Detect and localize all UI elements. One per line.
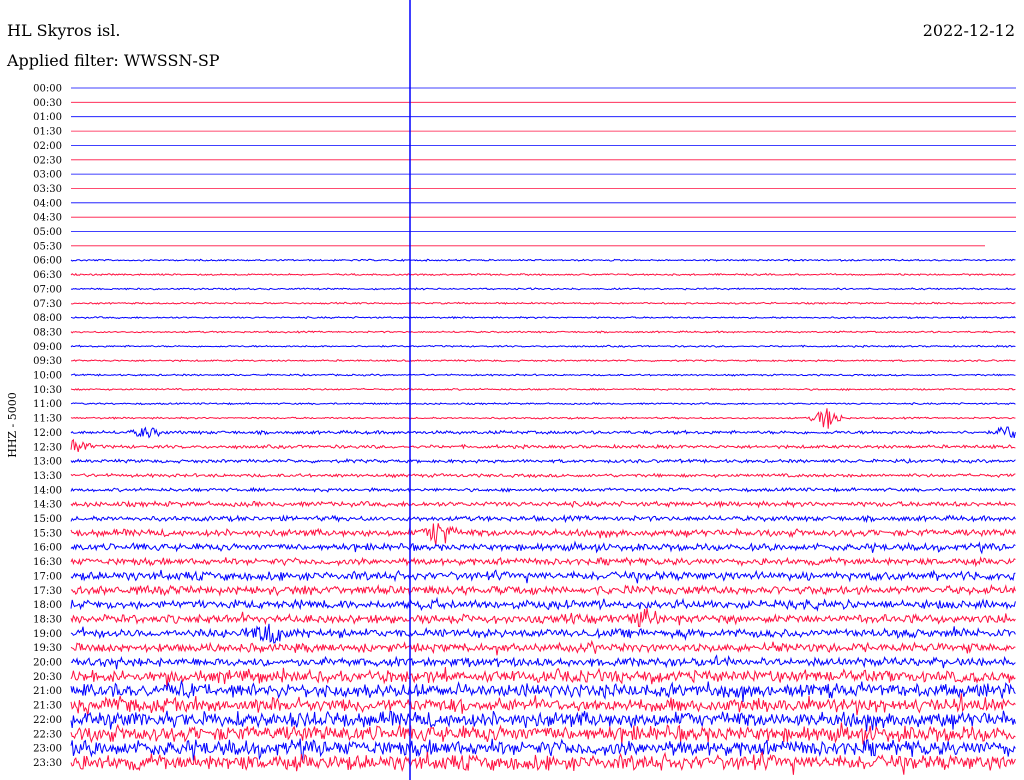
trace-row (70, 569, 1016, 584)
trace-row (70, 499, 1016, 509)
trace-row (70, 438, 1016, 453)
row-time-label: 23:00 (33, 744, 62, 755)
trace-row (70, 623, 1016, 644)
row-time-label: 00:30 (33, 98, 62, 109)
row-time-label: 06:00 (33, 256, 62, 267)
helicorder-chart: HL Skyros isl. Applied filter: WWSSN-SP … (6, 0, 1016, 780)
trace-row (70, 523, 1016, 546)
trace-row (70, 373, 1016, 377)
trace-row (70, 693, 1016, 717)
trace-row (70, 472, 1016, 479)
time-tick-labels: 00:00 00:30 01:00 01:30 02:00 02:30 03:00 03:30… (33, 84, 62, 769)
trace-row (70, 654, 1016, 670)
row-time-label: 07:30 (33, 299, 62, 310)
row-time-label: 01:30 (33, 127, 62, 138)
row-time-label: 11:30 (33, 414, 62, 425)
date-label: 2022-12-12 (923, 21, 1015, 40)
trace-row (70, 679, 1016, 702)
row-time-label: 09:00 (33, 342, 62, 353)
row-time-label: 19:30 (33, 643, 62, 654)
row-time-label: 08:30 (33, 327, 62, 338)
row-time-label: 22:30 (33, 729, 62, 740)
trace-row (70, 666, 1016, 688)
trace-row (70, 258, 1016, 262)
row-time-label: 16:00 (33, 543, 62, 554)
filter-label: Applied filter: WWSSN-SP (6, 51, 220, 70)
row-time-label: 15:30 (33, 528, 62, 539)
row-time-label: 12:00 (33, 428, 62, 439)
row-time-label: 08:00 (33, 313, 62, 324)
row-time-label: 12:30 (33, 442, 62, 453)
trace-row (70, 344, 1016, 348)
row-time-label: 13:00 (33, 457, 62, 468)
row-time-label: 03:00 (33, 170, 62, 181)
row-time-label: 05:00 (33, 227, 62, 238)
trace-row (70, 486, 1016, 493)
trace-row (70, 710, 1016, 732)
row-time-label: 09:30 (33, 356, 62, 367)
trace-row (70, 358, 1016, 363)
trace-row (70, 330, 1016, 334)
row-time-label: 18:00 (33, 600, 62, 611)
trace-row (70, 408, 1016, 429)
row-time-label: 05:30 (33, 241, 62, 252)
row-time-label: 20:00 (33, 658, 62, 669)
row-time-label: 03:30 (33, 184, 62, 195)
row-time-label: 11:00 (33, 399, 62, 410)
row-time-label: 14:30 (33, 500, 62, 511)
row-time-label: 18:30 (33, 614, 62, 625)
row-time-label: 02:30 (33, 155, 62, 166)
row-time-label: 17:30 (33, 586, 62, 597)
row-time-label: 10:30 (33, 385, 62, 396)
trace-row (70, 608, 1016, 628)
row-time-label: 21:30 (33, 701, 62, 712)
row-time-label: 04:00 (33, 198, 62, 209)
trace-row (70, 272, 1016, 277)
trace-row (70, 639, 1016, 656)
trace-row (70, 316, 1016, 320)
row-time-label: 19:00 (33, 629, 62, 640)
row-time-label: 17:00 (33, 571, 62, 582)
trace-row (70, 301, 1016, 305)
trace-row (70, 556, 1016, 568)
row-time-label: 01:00 (33, 112, 62, 123)
trace-row (70, 583, 1016, 597)
trace-row (70, 596, 1016, 612)
row-time-label: 00:00 (33, 84, 62, 95)
row-time-label: 13:30 (33, 471, 62, 482)
row-time-label: 06:30 (33, 270, 62, 281)
row-time-label: 15:00 (33, 514, 62, 525)
row-time-label: 21:00 (33, 686, 62, 697)
row-time-label: 02:00 (33, 141, 62, 152)
station-title: HL Skyros isl. (7, 21, 120, 40)
row-time-label: 22:00 (33, 715, 62, 726)
channel-label: HHZ - 5000 (6, 392, 19, 458)
row-time-label: 04:30 (33, 213, 62, 224)
row-time-label: 07:00 (33, 284, 62, 295)
row-time-label: 23:30 (33, 758, 62, 769)
row-time-label: 16:30 (33, 557, 62, 568)
trace-row (70, 287, 1016, 291)
trace-row (70, 722, 1016, 745)
trace-row (70, 540, 1016, 555)
row-time-label: 20:30 (33, 672, 62, 683)
trace-row (70, 514, 1016, 524)
row-time-label: 14:00 (33, 485, 62, 496)
seismic-traces (70, 87, 1016, 775)
trace-row (70, 457, 1016, 465)
trace-row (70, 387, 1016, 391)
trace-row (70, 402, 1016, 406)
trace-row (70, 738, 1016, 761)
trace-row (70, 426, 1016, 439)
row-time-label: 10:00 (33, 371, 62, 382)
